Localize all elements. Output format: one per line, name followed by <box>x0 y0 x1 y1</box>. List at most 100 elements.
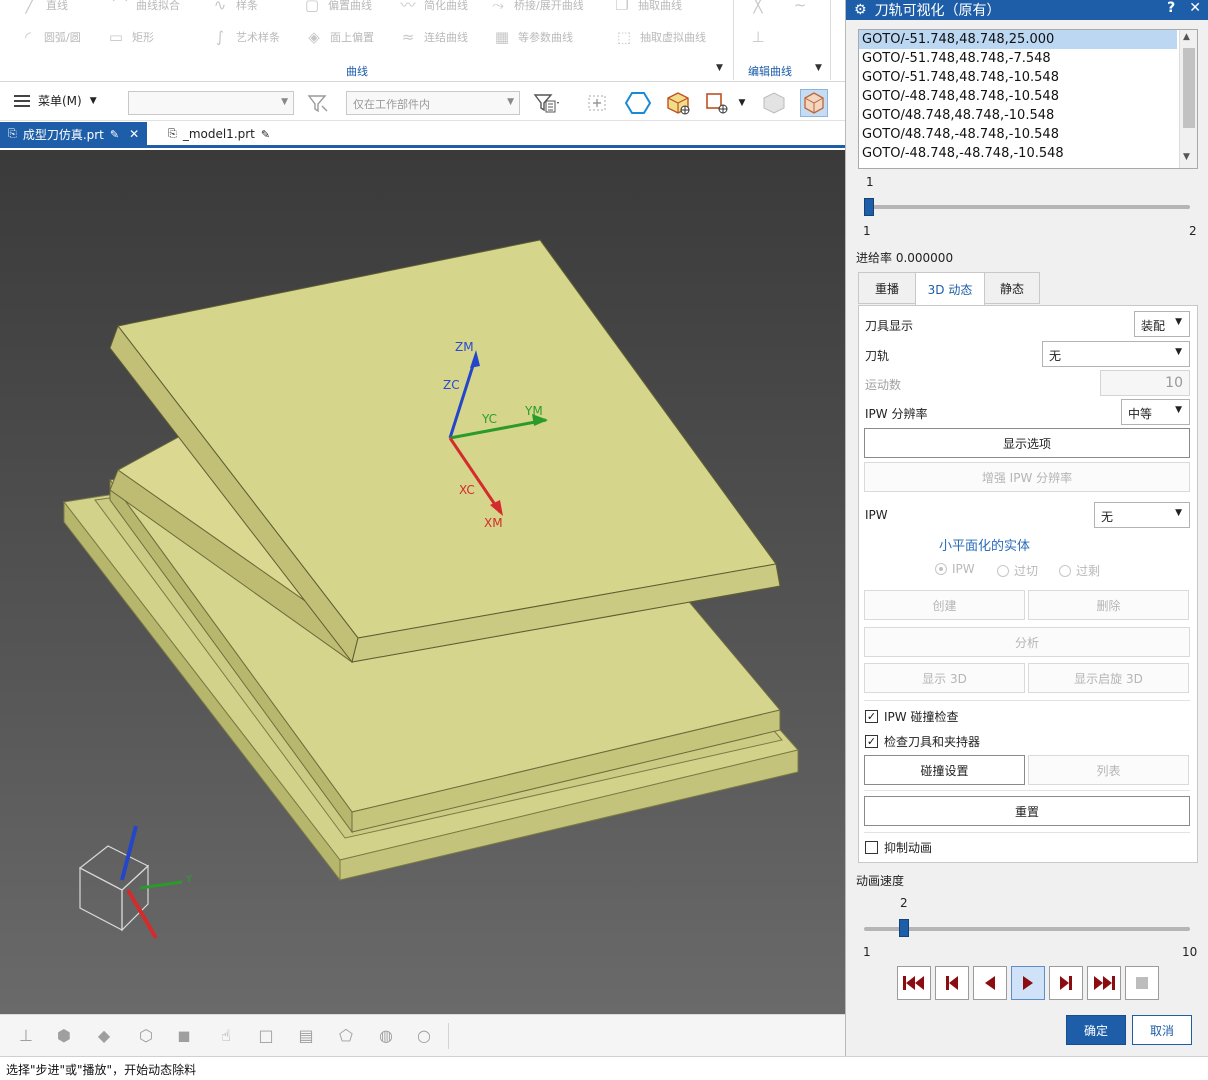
scope-select[interactable]: 仅在工作部件内 ▼ <box>346 91 520 115</box>
face-select-icon[interactable] <box>704 89 732 117</box>
chevron-up-icon[interactable]: ▲ <box>1183 32 1190 42</box>
body-select-icon[interactable] <box>664 89 692 117</box>
close-icon[interactable]: ✕ <box>129 127 139 141</box>
sphere-grid-icon[interactable]: ◍ <box>374 1025 398 1047</box>
delete-button[interactable]: 删除 <box>1028 590 1189 620</box>
ribbon-curve-fit-button[interactable]: ⌒ 曲线拟合 <box>110 0 180 14</box>
square-icon[interactable]: □ <box>254 1025 278 1047</box>
ribbon-bridge-curve-button[interactable]: ⤳ 桥接/展开曲线 <box>488 0 584 14</box>
list-scrollbar[interactable]: ▲ ▼ <box>1179 30 1197 168</box>
ribbon-isoparametric-button[interactable]: ▦ 等参数曲线 <box>492 28 573 46</box>
list-item[interactable]: GOTO/48.748,-48.748,-10.548 <box>859 125 1197 144</box>
step-slider-track[interactable] <box>864 205 1190 209</box>
filter-icon[interactable] <box>304 89 332 117</box>
radio-excess[interactable]: 过剩 <box>1059 562 1100 579</box>
blank-icon[interactable]: ⬢ <box>52 1025 76 1047</box>
eraser-icon[interactable]: ◆ <box>92 1025 116 1047</box>
chevron-down-icon[interactable]: ▼ <box>732 89 752 117</box>
shaded-view-icon[interactable] <box>760 89 788 117</box>
cancel-button[interactable]: 取消 <box>1132 1015 1192 1045</box>
ribbon-edit-curve-tool[interactable]: ╳ <box>748 0 768 14</box>
tab-static[interactable]: 静态 <box>984 272 1040 304</box>
toolpath-select[interactable]: 无 ▼ <box>1042 341 1190 367</box>
scrollbar-thumb[interactable] <box>1183 48 1195 128</box>
motion-count-field[interactable]: 10 <box>1100 370 1190 396</box>
suppress-animation-check[interactable]: 抑制动画 <box>865 839 932 856</box>
ribbon-studio-spline-button[interactable]: ∫ 艺术样条 <box>210 28 280 46</box>
solid-icon[interactable]: ◼ <box>172 1025 196 1047</box>
offset-in-face-icon: ◈ <box>308 28 320 46</box>
play-forward-button[interactable] <box>1011 966 1045 1000</box>
radio-overcut[interactable]: 过切 <box>997 562 1038 579</box>
hand-icon[interactable]: ☝ <box>214 1025 238 1047</box>
list-item[interactable]: GOTO/-51.748,48.748,-10.548 <box>859 68 1197 87</box>
circle-icon[interactable]: ○ <box>412 1025 436 1047</box>
graphics-viewport[interactable]: ZM ZC YC YM XC XM Y <box>0 150 845 1014</box>
radio-ipw[interactable]: IPW <box>935 562 975 576</box>
gear-icon[interactable]: ⚙ <box>854 2 867 18</box>
ok-button[interactable]: 确定 <box>1066 1015 1126 1045</box>
analyze-button[interactable]: 分析 <box>864 627 1190 657</box>
ipw-resolution-select[interactable]: 中等 ▼ <box>1121 399 1190 425</box>
ribbon-offset-in-face-button[interactable]: ◈ 面上偏置 <box>304 28 374 46</box>
step-slider-thumb[interactable] <box>864 198 874 216</box>
ribbon-join-curve-button[interactable]: ≈ 连结曲线 <box>398 28 468 46</box>
tab-model1[interactable]: ⎘ _model1.prt ✎ <box>160 122 278 146</box>
hamburger-icon <box>14 94 30 107</box>
ribbon-offset-curve-button[interactable]: ▢ 偏置曲线 <box>302 0 372 14</box>
tab-replay[interactable]: 重播 <box>858 272 916 304</box>
list-item[interactable]: GOTO/-48.748,48.748,-10.548 <box>859 87 1197 106</box>
chevron-down-icon[interactable]: ▼ <box>1183 152 1190 162</box>
tab-forming-tool-sim[interactable]: ⎘ 成型刀仿真.prt ✎ ✕ <box>0 122 148 146</box>
ribbon-edit-curve-tool[interactable]: ⊥ <box>748 28 768 46</box>
speed-slider-track[interactable] <box>864 927 1190 931</box>
octagon-icon[interactable]: ⬠ <box>334 1025 358 1047</box>
play-reverse-button[interactable] <box>973 966 1007 1000</box>
goto-list[interactable]: GOTO/-51.748,48.748,25.000 GOTO/-51.748,… <box>858 29 1198 169</box>
create-button[interactable]: 创建 <box>864 590 1025 620</box>
enhance-ipw-resolution-button[interactable]: 增强 IPW 分辨率 <box>864 462 1190 492</box>
step-forward-button[interactable] <box>1049 966 1083 1000</box>
menu-button[interactable]: 菜单(M) ▼ <box>14 92 97 109</box>
cube-select-icon[interactable]: ⬡ <box>134 1025 158 1047</box>
render-style-icon[interactable] <box>800 89 828 117</box>
ipw-select[interactable]: 无 ▼ <box>1094 502 1190 528</box>
display-options-button[interactable]: 显示选项 <box>864 428 1190 458</box>
step-back-button[interactable] <box>935 966 969 1000</box>
ribbon-arc-button[interactable]: ◜ 圆弧/圆 <box>18 28 81 46</box>
collision-settings-button[interactable]: 碰撞设置 <box>864 755 1025 785</box>
stop-button[interactable] <box>1125 966 1159 1000</box>
ribbon-extract-virtual-button[interactable]: ⬚ 抽取虚拟曲线 <box>614 28 706 46</box>
list-button[interactable]: 列表 <box>1028 755 1189 785</box>
ribbon-rectangle-button[interactable]: ▭ 矩形 <box>106 28 154 46</box>
list-item[interactable]: GOTO/48.748,48.748,-10.548 <box>859 106 1197 125</box>
ribbon-spline-button[interactable]: ∿ 样条 <box>210 0 258 14</box>
check-tool-holder[interactable]: ✓ 检查刀具和夹持器 <box>865 733 980 750</box>
chevron-down-icon[interactable]: ▼ <box>716 63 723 73</box>
type-filter-select[interactable]: ▼ <box>128 91 294 115</box>
ribbon-line-button[interactable]: ╱ 直线 <box>20 0 68 14</box>
snap-point-icon[interactable] <box>584 89 612 117</box>
show-rotate-3d-button[interactable]: 显示启旋 3D <box>1028 663 1189 693</box>
list-item[interactable]: GOTO/-51.748,48.748,-7.548 <box>859 49 1197 68</box>
ribbon-extract-curve-button[interactable]: ❐ 抽取曲线 <box>612 0 682 14</box>
list-item[interactable]: GOTO/-51.748,48.748,25.000 <box>859 30 1177 49</box>
list-doc-icon[interactable]: ▤ <box>294 1025 318 1047</box>
ribbon-simplify-curve-button[interactable]: 〰 简化曲线 <box>398 0 468 14</box>
hexagon-icon[interactable] <box>624 89 652 117</box>
selection-filter-icon[interactable] <box>532 89 560 117</box>
help-icon[interactable]: ? <box>1167 0 1175 16</box>
ipw-collision-check[interactable]: ✓ IPW 碰撞检查 <box>865 708 958 725</box>
tool-icon[interactable]: ⊥ <box>14 1025 38 1047</box>
reset-button[interactable]: 重置 <box>864 796 1190 826</box>
show-3d-button[interactable]: 显示 3D <box>864 663 1025 693</box>
ribbon-edit-curve-tool[interactable]: ∼ <box>790 0 810 14</box>
speed-slider-thumb[interactable] <box>899 919 909 937</box>
tab-3d-dynamic[interactable]: 3D 动态 <box>915 272 985 306</box>
rewind-to-start-button[interactable] <box>897 966 931 1000</box>
list-item[interactable]: GOTO/-48.748,-48.748,-10.548 <box>859 144 1197 163</box>
chevron-down-icon[interactable]: ▼ <box>815 63 822 73</box>
tool-display-select[interactable]: 装配 ▼ <box>1134 311 1190 337</box>
close-icon[interactable]: ✕ <box>1189 0 1201 16</box>
fast-forward-to-end-button[interactable] <box>1087 966 1121 1000</box>
